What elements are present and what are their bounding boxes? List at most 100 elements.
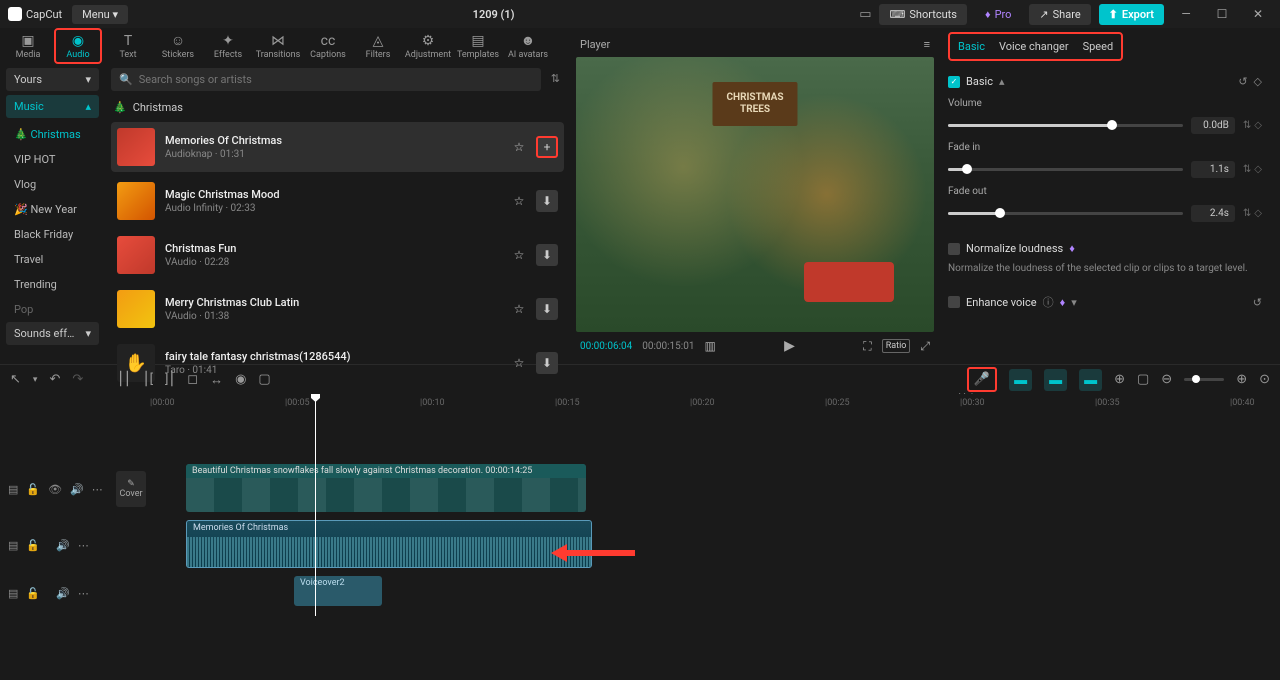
track-collapse-icon[interactable]: ▤: [8, 587, 18, 600]
favorite-icon[interactable]: ☆: [508, 190, 530, 212]
layout-icon[interactable]: ▭: [859, 7, 871, 22]
track-eye-icon[interactable]: 👁: [48, 483, 62, 496]
download-icon[interactable]: ⬇: [536, 244, 558, 266]
keyframe-icon[interactable]: ◇: [1254, 208, 1262, 219]
voiceover-clip[interactable]: Voiceover2: [294, 576, 382, 606]
fadein-slider[interactable]: [948, 168, 1183, 171]
track-collapse-icon[interactable]: ▤: [8, 539, 18, 552]
menu-button[interactable]: Menu ▾: [72, 5, 128, 24]
shortcuts-button[interactable]: ⌨Shortcuts: [879, 4, 966, 25]
keyframe-icon[interactable]: ◇: [1254, 75, 1262, 88]
song-item[interactable]: Christmas FunVAudio · 02:28 ☆⬇: [111, 230, 564, 280]
track-mute-icon[interactable]: 🔊: [56, 539, 70, 552]
song-item[interactable]: ✋ fairy tale fantasy christmas(1286544)T…: [111, 338, 564, 388]
sounds-dropdown[interactable]: Sounds eff…▾: [6, 322, 99, 345]
download-icon[interactable]: ⬇: [536, 190, 558, 212]
track-mute-icon[interactable]: 🔊: [56, 587, 70, 600]
add-button[interactable]: +: [536, 136, 558, 158]
tab-avatars[interactable]: ☻AI avatars: [504, 28, 552, 64]
track-lock-icon[interactable]: 🔓: [26, 539, 40, 552]
chevron-down-icon[interactable]: ▾: [33, 375, 38, 385]
volume-value[interactable]: 0.0dB: [1191, 117, 1235, 134]
auto-cut-icon[interactable]: ▬: [1009, 369, 1032, 391]
track-more-icon[interactable]: ⋯: [78, 539, 89, 552]
auto-sync-icon[interactable]: ▬: [1079, 369, 1102, 391]
audio-clip[interactable]: Memories Of Christmas: [186, 520, 592, 568]
basic-checkbox[interactable]: ✓: [948, 76, 960, 88]
crop-icon[interactable]: ◻: [187, 372, 198, 387]
video-clip[interactable]: Beautiful Christmas snowflakes fall slow…: [186, 464, 586, 512]
marker-icon[interactable]: ◉: [235, 372, 246, 387]
tab-effects[interactable]: ✦Effects: [204, 28, 252, 64]
reverse-icon[interactable]: ↔: [210, 372, 223, 388]
minimize-button[interactable]: —: [1172, 7, 1200, 21]
track-lock-icon[interactable]: 🔓: [26, 587, 40, 600]
favorite-icon[interactable]: ☆: [508, 244, 530, 266]
close-button[interactable]: ✕: [1244, 7, 1272, 21]
cover-button[interactable]: ✎Cover: [116, 471, 146, 507]
fadeout-slider[interactable]: [948, 212, 1183, 215]
pro-button[interactable]: ♦Pro: [975, 4, 1021, 25]
volume-slider[interactable]: [948, 124, 1183, 127]
enhance-checkbox[interactable]: [948, 296, 960, 308]
cat-christmas[interactable]: 🎄 Christmas: [6, 122, 99, 147]
normalize-checkbox[interactable]: [948, 243, 960, 255]
song-item[interactable]: Memories Of ChristmasAudioknap · 01:31 ☆…: [111, 122, 564, 172]
tab-templates[interactable]: ▤Templates: [454, 28, 502, 64]
ratio-button[interactable]: Ratio: [882, 339, 911, 353]
track-more-icon[interactable]: ⋯: [78, 587, 89, 600]
freeze-icon[interactable]: ▢: [258, 372, 270, 387]
fadein-value[interactable]: 1.1s: [1191, 161, 1235, 178]
maximize-button[interactable]: ☐: [1208, 7, 1236, 21]
cat-travel[interactable]: Travel: [6, 247, 99, 272]
info-icon[interactable]: ⓘ: [1043, 294, 1054, 310]
redo-icon[interactable]: ↷: [72, 372, 83, 387]
select-tool-icon[interactable]: ↖: [10, 372, 21, 387]
cat-viphot[interactable]: VIP HOT: [6, 147, 99, 172]
cat-pop[interactable]: Pop: [6, 297, 99, 322]
tab-basic[interactable]: Basic: [958, 40, 985, 53]
zoom-out-icon[interactable]: ⊖: [1161, 372, 1172, 387]
voiceover-button[interactable]: 🎤 Voiceover: [967, 367, 997, 392]
track-more-icon[interactable]: ⋯: [92, 483, 103, 496]
share-button[interactable]: ↗Share: [1029, 4, 1090, 25]
export-button[interactable]: ⬆Export: [1099, 4, 1164, 25]
favorite-icon[interactable]: ☆: [508, 298, 530, 320]
fullscreen-icon[interactable]: ⤢: [920, 339, 930, 354]
song-item[interactable]: Magic Christmas MoodAudio Infinity · 02:…: [111, 176, 564, 226]
playhead[interactable]: [315, 394, 316, 616]
yours-dropdown[interactable]: Yours▾: [6, 68, 99, 91]
zoom-in-icon[interactable]: ⊕: [1236, 372, 1247, 387]
cat-newyear[interactable]: 🎉 New Year: [6, 197, 99, 222]
fadeout-value[interactable]: 2.4s: [1191, 205, 1235, 222]
tab-filters[interactable]: ◬Filters: [354, 28, 402, 64]
stepper-icon[interactable]: ⇅: [1243, 208, 1251, 219]
reset-icon[interactable]: ↺: [1253, 296, 1262, 309]
tab-speed[interactable]: Speed: [1083, 40, 1114, 53]
tab-voice-changer[interactable]: Voice changer: [999, 40, 1069, 53]
cat-blackfriday[interactable]: Black Friday: [6, 222, 99, 247]
tab-audio[interactable]: ◉Audio: [54, 28, 102, 64]
tab-adjustment[interactable]: ⚙Adjustment: [404, 28, 452, 64]
tab-media[interactable]: ▣Media: [4, 28, 52, 64]
filter-icon[interactable]: ⇅: [547, 68, 564, 91]
auto-beat-icon[interactable]: ▬: [1044, 369, 1067, 391]
zoom-slider[interactable]: [1184, 378, 1224, 381]
tab-stickers[interactable]: ☺Stickers: [154, 28, 202, 64]
keyframe-icon[interactable]: ◇: [1254, 120, 1262, 131]
reset-icon[interactable]: ↺: [1238, 75, 1247, 88]
play-button[interactable]: ▶: [784, 338, 795, 354]
split-icon[interactable]: ⎮⎮: [117, 372, 131, 387]
split-right-icon[interactable]: ]⎮: [165, 372, 175, 387]
track-lock-icon[interactable]: 🔓: [26, 483, 40, 496]
align-icon[interactable]: ⊕: [1114, 372, 1125, 387]
download-icon[interactable]: ⬇: [536, 298, 558, 320]
stepper-icon[interactable]: ⇅: [1243, 120, 1251, 131]
keyframe-icon[interactable]: ◇: [1254, 164, 1262, 175]
compare-icon[interactable]: ▥: [704, 339, 715, 353]
fit-icon[interactable]: ⊙: [1259, 372, 1270, 387]
split-left-icon[interactable]: ⎮[: [143, 372, 153, 387]
track-mute-icon[interactable]: 🔊: [70, 483, 84, 496]
video-preview[interactable]: CHRISTMAS TREES: [576, 57, 934, 332]
undo-icon[interactable]: ↶: [49, 372, 60, 387]
